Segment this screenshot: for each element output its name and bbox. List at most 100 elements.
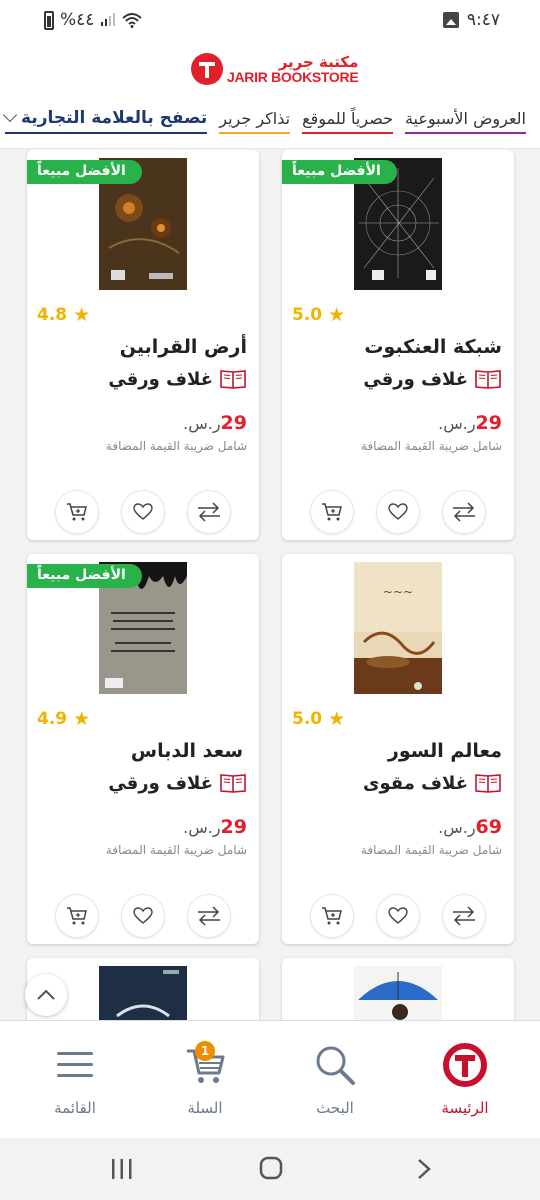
product-format: غلاف ورقي <box>363 368 502 390</box>
heart-icon <box>133 503 153 520</box>
search-icon <box>316 1046 355 1085</box>
product-title[interactable]: شبكة العنكبوت <box>364 336 502 358</box>
book-icon <box>220 774 246 793</box>
nav-browse-brands-label: تصفح بالعلامة التجارية <box>21 108 208 128</box>
battery-level: %٤٤ <box>60 10 95 30</box>
battery-icon <box>44 10 54 30</box>
back-icon[interactable] <box>416 1158 432 1180</box>
rating-value: 5.0 <box>292 305 323 325</box>
gallery-icon <box>442 12 459 28</box>
nav-jarir-tickets-label: تذاكر جرير <box>219 108 291 128</box>
nav-browse-brands[interactable]: تصفح بالعلامة التجارية <box>2 107 208 134</box>
cart-plus-icon <box>67 907 87 925</box>
recent-apps-icon[interactable] <box>110 1158 134 1180</box>
home-system-icon[interactable] <box>259 1156 283 1180</box>
add-to-cart-button[interactable] <box>55 894 99 938</box>
add-to-cart-button[interactable] <box>310 490 354 534</box>
product-card[interactable]: ~~~ 5.0 ★ معالم السور غلاف مقوى 69ر.س. ش… <box>282 554 514 944</box>
product-rating: 4.8 ★ <box>37 304 90 326</box>
price-currency: ر.س. <box>438 414 476 433</box>
nav-site-exclusive[interactable]: حصرياً للموقع <box>302 108 393 134</box>
scroll-to-top-button[interactable] <box>25 974 67 1016</box>
nav-cart-label: السلة <box>187 1099 223 1117</box>
category-nav: تصفح بالعلامة التجارية تذاكر جرير حصرياً… <box>0 96 540 149</box>
compare-button[interactable] <box>187 490 231 534</box>
star-icon: ★ <box>328 304 346 326</box>
vat-note: شامل ضريبة القيمة المضافة <box>360 439 502 453</box>
logo-english: JARIR BOOKSTORE <box>227 68 359 85</box>
product-actions <box>310 490 486 534</box>
product-actions <box>55 490 231 534</box>
nav-home[interactable]: الرئيسة <box>405 1043 525 1117</box>
cart-plus-icon <box>322 503 342 521</box>
compare-arrows-icon <box>453 502 475 522</box>
add-to-cart-button[interactable] <box>310 894 354 938</box>
star-icon: ★ <box>73 304 91 326</box>
compare-arrows-icon <box>198 906 220 926</box>
home-jarir-icon <box>443 1043 487 1087</box>
compare-button[interactable] <box>187 894 231 938</box>
nav-site-exclusive-label: حصرياً للموقع <box>302 108 393 128</box>
product-card[interactable]: الأفضل مبيعاً 4.9 ★ سعد الدباس غلاف ورقي… <box>27 554 259 944</box>
nav-menu[interactable]: القائمة <box>15 1043 135 1117</box>
price-value: 29 <box>220 816 247 838</box>
product-format-label: غلاف ورقي <box>108 772 213 794</box>
price-currency: ر.س. <box>183 414 221 433</box>
product-title[interactable]: معالم السور <box>388 740 502 762</box>
product-format-label: غلاف مقوى <box>362 772 468 794</box>
product-format: غلاف ورقي <box>108 368 247 390</box>
nav-home-label: الرئيسة <box>441 1099 489 1117</box>
cart-plus-icon <box>67 503 87 521</box>
status-left: %٤٤ <box>44 10 143 30</box>
bestseller-badge: الأفضل مبيعاً <box>27 564 142 588</box>
star-icon: ★ <box>73 708 91 730</box>
status-right: ٩:٤٧ <box>442 10 500 30</box>
book-cover-image <box>99 966 187 1020</box>
product-grid: الأفضل مبيعاً 5.0 ★ شبكة العنكبوت غلاف و… <box>0 150 540 1020</box>
wishlist-button[interactable] <box>121 490 165 534</box>
bestseller-badge: الأفضل مبيعاً <box>27 160 142 184</box>
bottom-navigation: الرئيسة البحث 1 السلة القائمة <box>0 1020 540 1139</box>
vat-note: شامل ضريبة القيمة المضافة <box>360 843 502 857</box>
add-to-cart-button[interactable] <box>55 490 99 534</box>
status-bar: %٤٤ ٩:٤٧ <box>0 0 540 44</box>
chevron-down-icon <box>2 107 18 123</box>
heart-icon <box>388 907 408 924</box>
star-icon: ★ <box>328 708 346 730</box>
compare-arrows-icon <box>453 906 475 926</box>
book-icon <box>475 370 501 389</box>
cart-plus-icon <box>322 907 342 925</box>
price-value: 69 <box>475 816 502 838</box>
price-currency: ر.س. <box>183 818 221 837</box>
product-card[interactable]: الأفضل مبيعاً 5.0 ★ شبكة العنكبوت غلاف و… <box>282 150 514 540</box>
logo-arabic: مكتبة جرير <box>278 52 359 71</box>
jarir-logo-mark-icon <box>191 53 223 85</box>
compare-button[interactable] <box>442 490 486 534</box>
menu-icon <box>57 1052 93 1077</box>
product-rating: 5.0 ★ <box>292 708 345 730</box>
product-format-label: غلاف ورقي <box>363 368 468 390</box>
product-price: 29ر.س. <box>183 412 247 434</box>
status-time: ٩:٤٧ <box>466 10 500 30</box>
svg-text:~~~: ~~~ <box>383 585 413 599</box>
wishlist-button[interactable] <box>376 490 420 534</box>
rating-value: 5.0 <box>292 709 323 729</box>
heart-icon <box>133 907 153 924</box>
nav-jarir-tickets[interactable]: تذاكر جرير <box>219 108 291 134</box>
cart-count-badge: 1 <box>195 1041 215 1061</box>
signal-icon <box>101 13 116 26</box>
nav-search[interactable]: البحث <box>275 1043 395 1117</box>
wifi-icon <box>122 13 143 28</box>
wishlist-button[interactable] <box>376 894 420 938</box>
wishlist-button[interactable] <box>121 894 165 938</box>
book-cover-image: ~~~ <box>354 562 442 694</box>
nav-cart[interactable]: 1 السلة <box>145 1041 265 1117</box>
product-card[interactable]: الأفضل مبيعاً 4.8 ★ أرض القرابين غلاف ور… <box>27 150 259 540</box>
jarir-logo[interactable]: مكتبة جرير JARIR BOOKSTORE <box>191 52 359 85</box>
book-icon <box>475 774 501 793</box>
product-card[interactable] <box>282 958 514 1020</box>
nav-weekly-offers[interactable]: العروض الأسبوعية <box>404 108 526 134</box>
compare-button[interactable] <box>442 894 486 938</box>
product-title[interactable]: سعد الدباس <box>131 740 243 762</box>
product-title[interactable]: أرض القرابين <box>120 336 247 358</box>
